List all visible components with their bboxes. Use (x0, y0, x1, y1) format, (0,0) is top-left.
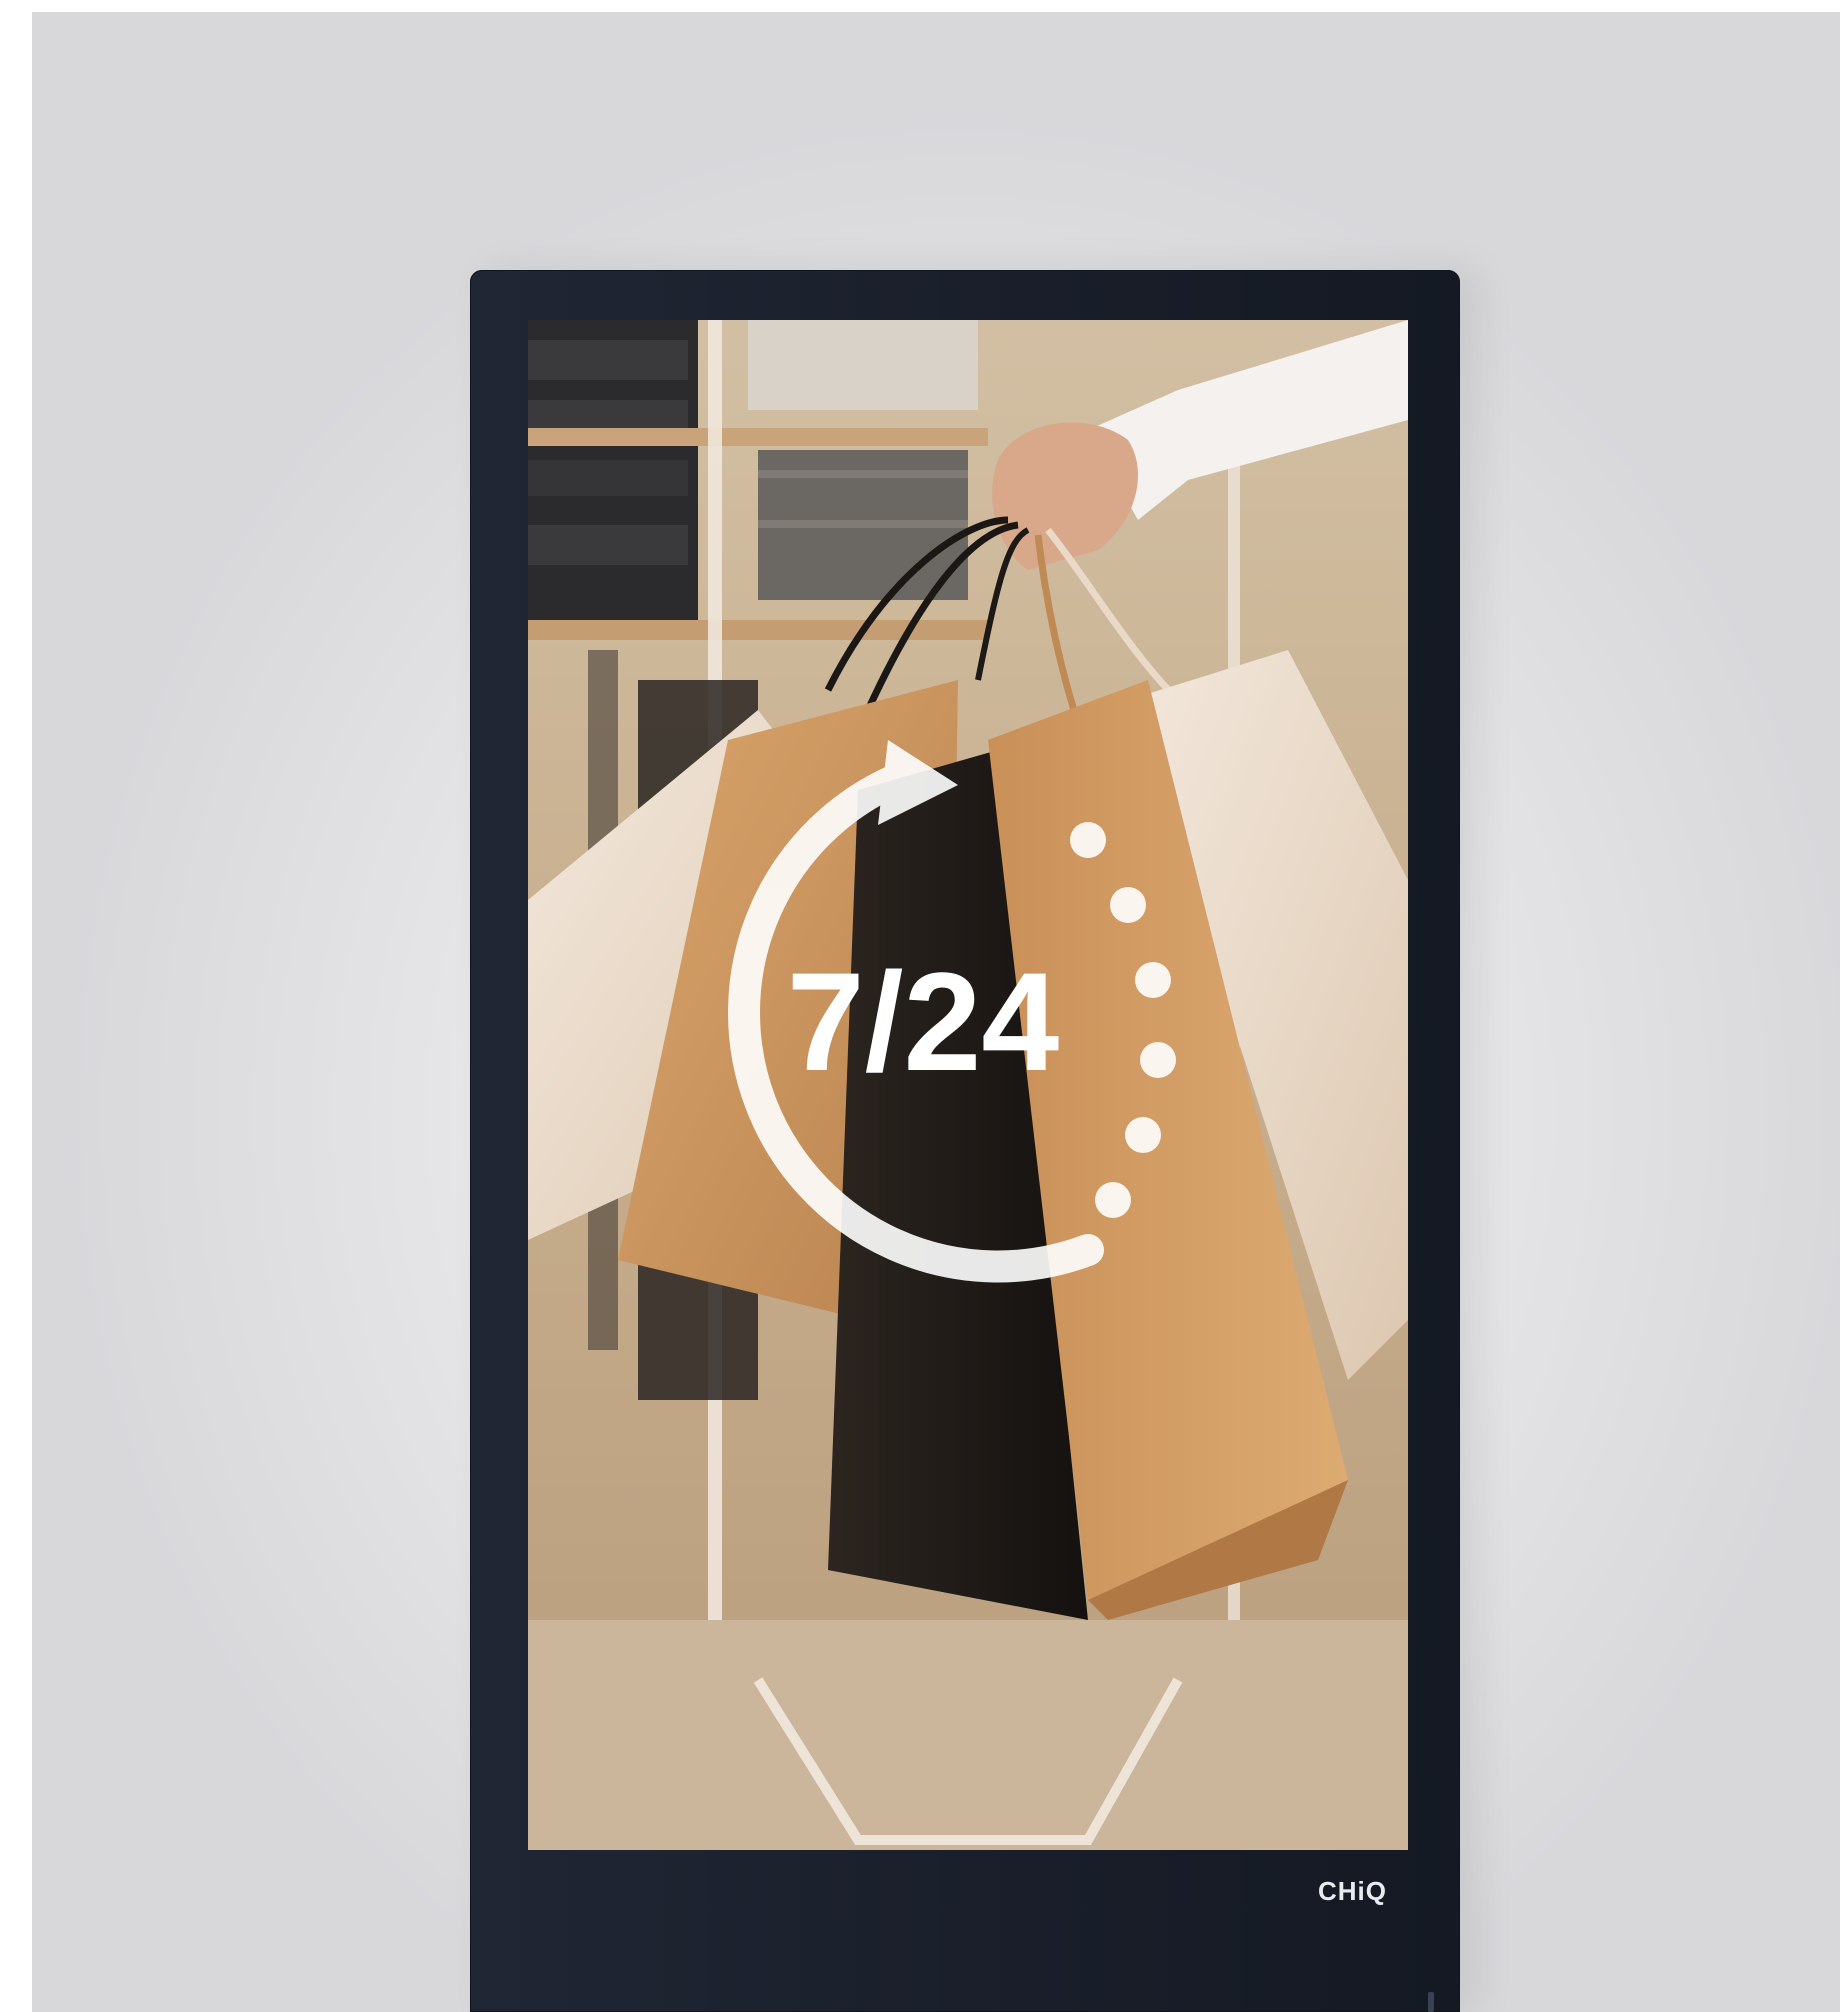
overlay-text: 7/24 (787, 943, 1060, 1100)
shopping-scene: 7/24 (528, 320, 1408, 1850)
power-button[interactable] (1428, 1992, 1434, 2012)
brand-logo: CHiQ (1318, 1876, 1387, 1906)
display-screen: 7/24 (528, 320, 1408, 1850)
